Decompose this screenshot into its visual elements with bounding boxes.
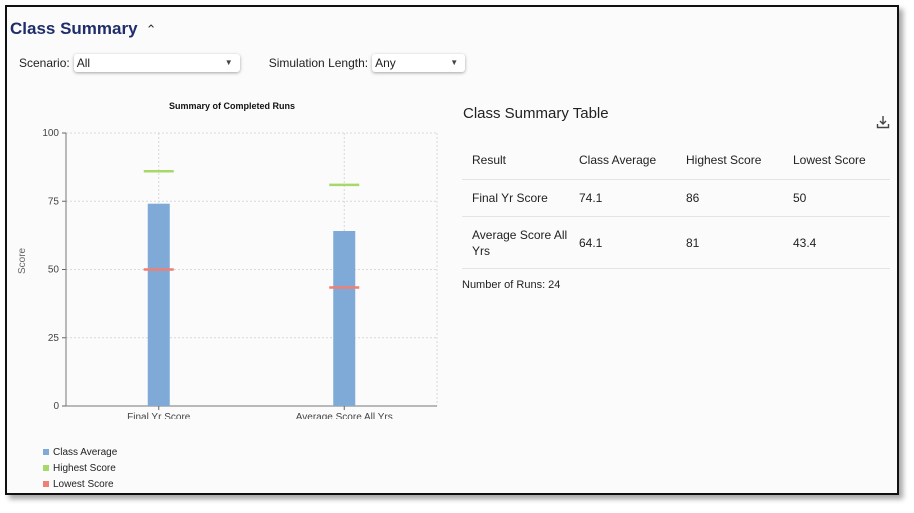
caret-down-icon: ▼	[224, 58, 233, 67]
chevron-up-icon[interactable]: ⌃	[146, 23, 157, 36]
filter-bar: Scenario: All ▼ Simulation Length: Any ▼	[19, 54, 466, 72]
simulation-length-label: Simulation Length:	[268, 56, 369, 70]
runs-value: 24	[548, 279, 561, 291]
legend-item-class-average[interactable]: Class Average	[43, 444, 117, 460]
legend-swatch	[43, 481, 49, 487]
class-summary-table-panel: Class Summary Table Result Class Average…	[462, 105, 892, 269]
table-cell: Average Score All Yrs	[462, 216, 569, 269]
table-cell: 86	[676, 179, 783, 217]
y-tick-label: 0	[53, 401, 59, 412]
legend-swatch	[43, 449, 49, 455]
download-icon[interactable]	[876, 115, 890, 129]
chart-legend: Class Average Highest Score Lowest Score	[43, 444, 117, 492]
chart-title: Summary of Completed Runs	[168, 101, 296, 111]
column-header: Class Average	[569, 141, 676, 180]
table-cell: 74.1	[569, 179, 676, 217]
page-title: Class Summary	[10, 19, 138, 38]
legend-swatch	[43, 465, 49, 471]
legend-label: Lowest Score	[53, 478, 114, 490]
x-tick-label: Final Yr Score	[127, 412, 191, 419]
column-header: Highest Score	[676, 141, 783, 180]
legend-label: Highest Score	[53, 462, 116, 474]
column-header: Result	[462, 141, 569, 180]
table-cell: 43.4	[783, 216, 890, 269]
table-title: Class Summary Table	[463, 105, 609, 122]
class-summary-panel: Class Summary ⌃ Scenario: All ▼ Simulati…	[5, 5, 899, 495]
table-cell: Final Yr Score	[462, 179, 569, 217]
simulation-length-value: Any	[375, 56, 396, 70]
column-header: Lowest Score	[783, 141, 890, 180]
scenario-select[interactable]: All ▼	[73, 54, 240, 72]
table-cell: 64.1	[569, 216, 676, 269]
caret-down-icon: ▼	[450, 58, 459, 67]
class-summary-table: Result Class Average Highest Score Lowes…	[462, 141, 890, 269]
scenario-value: All	[76, 56, 91, 70]
y-tick-label: 50	[48, 265, 60, 276]
x-tick-label: Average Score All Yrs	[296, 412, 393, 419]
y-axis-label: Score	[17, 247, 28, 274]
table-row: Average Score All Yrs 64.1 81 43.4	[462, 216, 890, 269]
simulation-length-select[interactable]: Any ▼	[372, 54, 466, 72]
scenario-label: Scenario:	[19, 56, 70, 70]
summary-chart: Summary of Completed Runs Score 0 25 50 75 1…	[7, 99, 447, 423]
table-header-row: Result Class Average Highest Score Lowes…	[462, 141, 890, 180]
y-tick-label: 75	[48, 196, 60, 207]
bar-class-average	[147, 203, 170, 406]
legend-label: Class Average	[53, 446, 118, 458]
bar-class-average	[333, 231, 356, 406]
y-tick-label: 25	[48, 333, 60, 344]
legend-item-lowest-score[interactable]: Lowest Score	[43, 476, 117, 492]
class-summary-header[interactable]: Class Summary ⌃	[10, 19, 156, 39]
chart-plot: 0 25 50 75 100 Final Yr Score Average Score Al…	[42, 128, 438, 423]
table-cell: 81	[676, 216, 783, 269]
runs-label: Number of Runs:	[462, 279, 546, 291]
y-tick-label: 100	[42, 128, 59, 139]
number-of-runs: Number of Runs: 24	[462, 279, 560, 291]
table-cell: 50	[783, 179, 890, 217]
table-row: Final Yr Score 74.1 86 50	[462, 179, 890, 217]
legend-item-highest-score[interactable]: Highest Score	[43, 460, 117, 476]
